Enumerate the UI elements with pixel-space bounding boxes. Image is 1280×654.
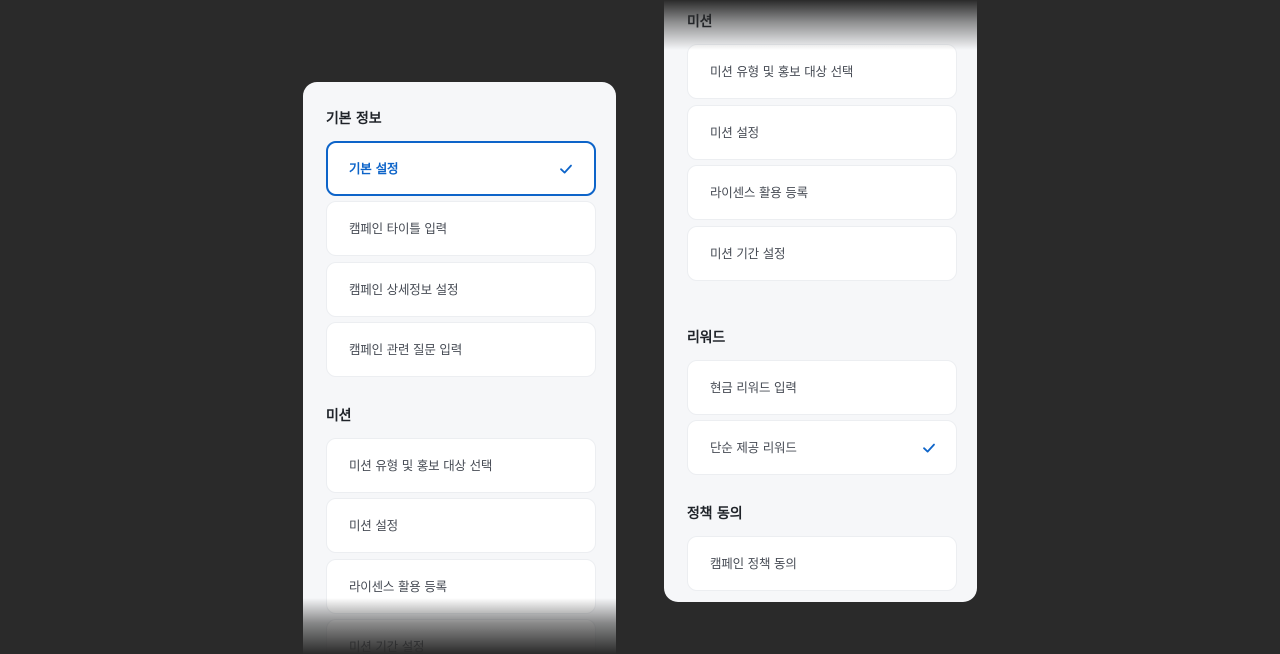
section-title-mission: 미션 (326, 408, 352, 424)
step-mission-settings[interactable]: 미션 설정 (687, 105, 957, 160)
step-label: 캠페인 관련 질문 입력 (349, 342, 463, 357)
step-label: 현금 리워드 입력 (710, 380, 797, 395)
step-label: 기본 설정 (349, 161, 399, 176)
section-title-basic-info: 기본 정보 (326, 111, 382, 127)
step-label: 단순 제공 리워드 (710, 440, 797, 455)
step-label: 미션 설정 (349, 518, 398, 533)
step-label: 미션 기간 설정 (710, 246, 786, 261)
section-title-policy: 정책 동의 (687, 506, 743, 522)
check-icon (560, 164, 572, 173)
step-simple-reward[interactable]: 단순 제공 리워드 (687, 420, 957, 475)
step-label: 라이센스 활용 등록 (349, 579, 447, 594)
step-campaign-title[interactable]: 캠페인 타이틀 입력 (326, 201, 596, 256)
step-policy-agree[interactable]: 캠페인 정책 동의 (687, 536, 957, 591)
step-cash-reward[interactable]: 현금 리워드 입력 (687, 360, 957, 415)
step-label: 라이센스 활용 등록 (710, 185, 808, 200)
step-label: 미션 유형 및 홍보 대상 선택 (710, 64, 854, 79)
canvas: 기본 정보 기본 설정 캠페인 타이틀 입력 캠페인 상세정보 설정 캠페인 관… (0, 0, 1280, 654)
step-campaign-questions[interactable]: 캠페인 관련 질문 입력 (326, 322, 596, 377)
step-label: 캠페인 상세정보 설정 (349, 282, 459, 297)
step-license-register[interactable]: 라이센스 활용 등록 (326, 559, 596, 614)
left-step-panel: 기본 정보 기본 설정 캠페인 타이틀 입력 캠페인 상세정보 설정 캠페인 관… (303, 82, 616, 654)
step-label: 미션 설정 (710, 125, 759, 140)
section-title-reward: 리워드 (687, 330, 726, 346)
step-campaign-details[interactable]: 캠페인 상세정보 설정 (326, 262, 596, 317)
check-icon (923, 443, 935, 452)
step-mission-settings[interactable]: 미션 설정 (326, 498, 596, 553)
step-mission-type[interactable]: 미션 유형 및 홍보 대상 선택 (326, 438, 596, 493)
step-license-register[interactable]: 라이센스 활용 등록 (687, 165, 957, 220)
step-mission-period[interactable]: 미션 기간 설정 (326, 619, 596, 654)
step-label: 캠페인 타이틀 입력 (349, 221, 447, 236)
step-mission-type[interactable]: 미션 유형 및 홍보 대상 선택 (687, 44, 957, 99)
step-label: 캠페인 정책 동의 (710, 556, 797, 571)
right-step-panel: 미션 미션 유형 및 홍보 대상 선택 미션 설정 라이센스 활용 등록 미션 … (664, 0, 977, 602)
step-basic-settings[interactable]: 기본 설정 (326, 141, 596, 196)
step-mission-period[interactable]: 미션 기간 설정 (687, 226, 957, 281)
step-label: 미션 기간 설정 (349, 639, 425, 654)
section-title-mission: 미션 (687, 14, 713, 30)
step-label: 미션 유형 및 홍보 대상 선택 (349, 458, 493, 473)
